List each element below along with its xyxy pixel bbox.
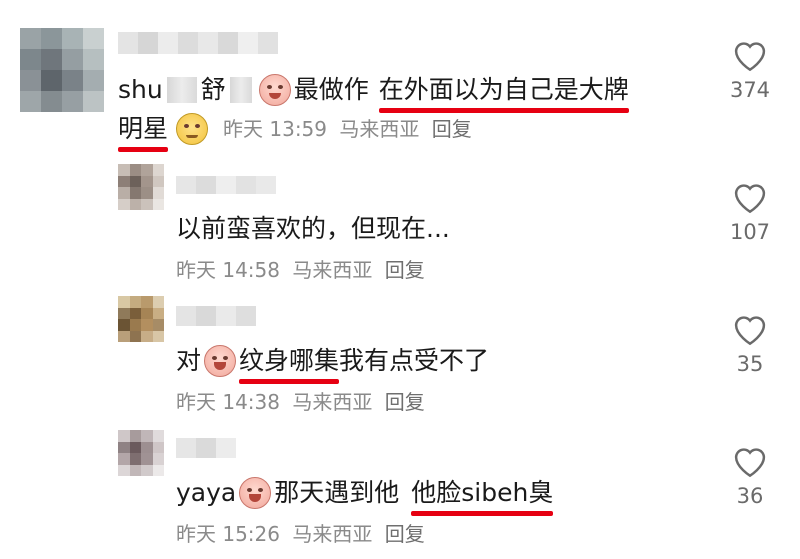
comment-text: shu 舒 最做作 在外面以为自己是大牌 (118, 73, 629, 113)
underlined-highlight: 他脸sibeh臭 (411, 476, 554, 516)
censored-block (166, 77, 197, 103)
username-blurred[interactable] (176, 176, 276, 194)
comment-text-line2: 明星 昨天 13:59 马来西亚 回复 (118, 112, 478, 152)
like-count: 36 (736, 484, 764, 508)
comment-text: 对 纹身哪集 我有点受不了 (176, 344, 490, 384)
comment-username-prefix: shu (118, 75, 163, 104)
underlined-highlight: 纹身哪集 (239, 344, 340, 384)
comment-meta: 昨天 13:59 马来西亚 回复 (223, 112, 478, 146)
comment-text-before: 对 (176, 346, 202, 375)
like-button[interactable]: 36 (720, 444, 780, 508)
smirk-emoji-icon (176, 113, 209, 145)
reply-button[interactable]: 回复 (432, 117, 472, 141)
reply-button[interactable]: 回复 (385, 522, 425, 546)
like-button[interactable]: 107 (720, 180, 780, 244)
comment-time: 昨天 13:59 (223, 117, 328, 141)
comment-text-before: 最做作 (293, 75, 369, 104)
crying-emoji-icon (204, 345, 237, 377)
underlined-highlight: 在外面以为自己是大牌 (378, 73, 629, 113)
comment-text: 以前蛮喜欢的，但现在... (176, 214, 450, 243)
reply-button[interactable]: 回复 (385, 258, 425, 282)
like-count: 35 (736, 352, 764, 376)
comment-meta: 昨天 14:58 马来西亚 回复 (176, 254, 431, 283)
comment-meta: 昨天 14:38 马来西亚 回复 (176, 386, 431, 415)
heart-outline-icon (734, 42, 766, 72)
crying-emoji-icon (239, 477, 272, 509)
avatar[interactable] (118, 430, 164, 476)
comment-text-after: 我有点受不了 (339, 346, 490, 375)
like-button[interactable]: 35 (720, 312, 780, 376)
reply-button[interactable]: 回复 (385, 390, 425, 414)
comment-location: 马来西亚 (339, 117, 420, 141)
comment-text-mid: 那天遇到他 (274, 478, 400, 507)
comment-text: yaya 那天遇到他 他脸sibeh臭 (176, 476, 554, 516)
username-blurred[interactable] (118, 32, 278, 54)
avatar[interactable] (118, 164, 164, 210)
like-count: 374 (729, 78, 771, 102)
comment-location: 马来西亚 (292, 522, 373, 546)
comment-location: 马来西亚 (292, 390, 373, 414)
comment-location: 马来西亚 (292, 258, 373, 282)
heart-outline-icon (734, 448, 766, 478)
censored-block (229, 77, 252, 103)
comment-text-before: yaya (176, 478, 237, 507)
comment-time: 昨天 14:38 (176, 390, 280, 414)
avatar[interactable] (118, 296, 164, 342)
comment-username-mid: 舒 (200, 75, 226, 104)
heart-outline-icon (734, 184, 766, 214)
heart-outline-icon (734, 316, 766, 346)
underlined-highlight: 明星 (118, 112, 169, 152)
like-button[interactable]: 374 (720, 38, 780, 102)
comments-screen: { "colors": {"underline": "#e60012", "me… (0, 0, 800, 559)
comment-time: 昨天 15:26 (176, 522, 280, 546)
comment-time: 昨天 14:58 (176, 258, 280, 282)
comment-meta: 昨天 15:26 马来西亚 回复 (176, 518, 431, 547)
username-blurred[interactable] (176, 438, 236, 458)
like-count: 107 (729, 220, 771, 244)
avatar[interactable] (20, 28, 104, 112)
laugh-cry-emoji-icon (258, 74, 291, 106)
username-blurred[interactable] (176, 306, 256, 326)
